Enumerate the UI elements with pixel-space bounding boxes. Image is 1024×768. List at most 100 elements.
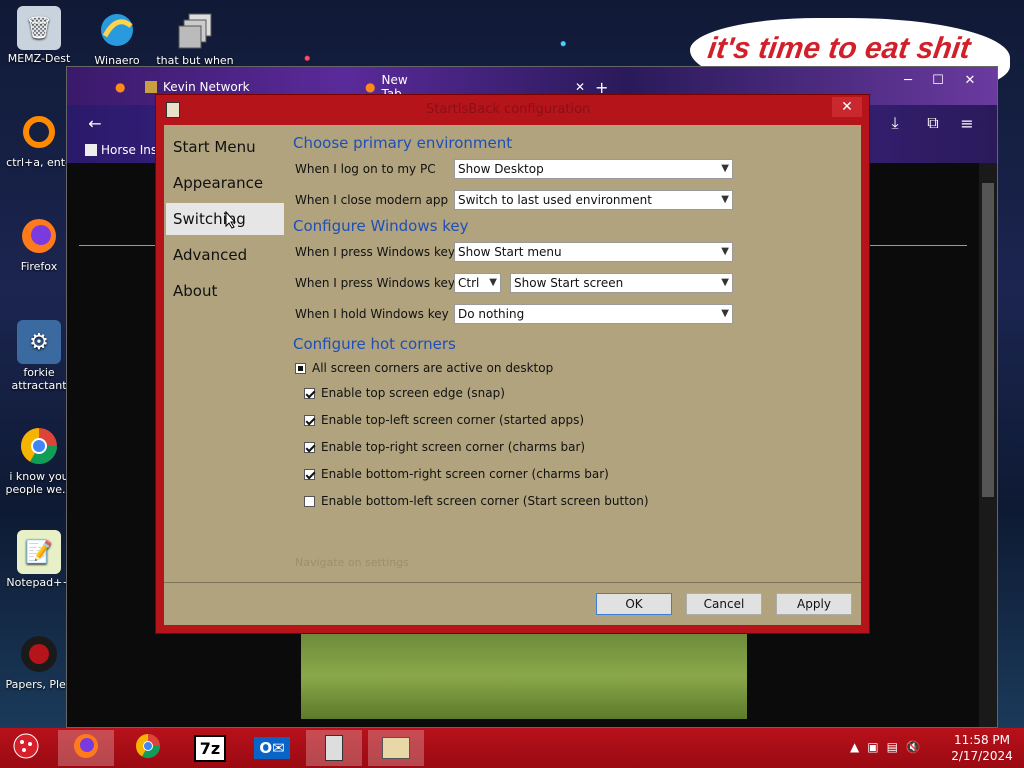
menu-button[interactable]: ≡ (953, 109, 981, 137)
start-orb-icon (12, 732, 40, 765)
press-key-dropdown[interactable]: Show Start menu ▼ (454, 242, 733, 262)
action-center-icon[interactable]: ▣ (867, 740, 878, 754)
tab-firefox-view[interactable]: ● (107, 73, 133, 101)
dialog-titlebar[interactable]: StartIsBack configuration ✕ (156, 95, 869, 125)
firefox-icon: ● (115, 80, 126, 94)
corner-checkbox-bottom-left[interactable]: Enable bottom-left screen corner (Start … (304, 494, 649, 508)
firefox-icon (72, 732, 100, 765)
favicon-icon (145, 81, 157, 93)
papers-please-icon (17, 632, 61, 676)
winaero-icon (95, 8, 139, 52)
stack-icon (173, 8, 217, 52)
mouse-cursor-icon (225, 211, 237, 229)
sidebar-item-appearance[interactable]: Appearance (166, 167, 284, 199)
sidebar-item-advanced[interactable]: Advanced (166, 239, 284, 271)
chevron-up-icon[interactable]: ▲ (850, 740, 859, 754)
meme-text: it's time to eat shit (705, 32, 973, 65)
checkbox-box[interactable] (304, 387, 315, 399)
arrow-left-icon: ← (88, 113, 102, 133)
taskbar-7zip[interactable]: 7z (182, 730, 238, 766)
dialog-close-button[interactable]: ✕ (832, 97, 862, 117)
close-icon: ✕ (964, 72, 976, 88)
maximize-button[interactable]: ☐ (923, 69, 953, 91)
minimize-icon: ─ (904, 72, 912, 88)
navigate-settings-hint: Navigate on settings (295, 556, 409, 569)
press-combo-label: When I press Windows key + (295, 276, 469, 290)
logon-label: When I log on to my PC (295, 162, 436, 176)
network-icon[interactable]: ▤ (887, 740, 898, 754)
checkbox-box[interactable] (304, 441, 315, 453)
taskbar-startisback[interactable] (306, 730, 362, 766)
page-photo (301, 633, 747, 719)
sidebar-item-about[interactable]: About (166, 275, 284, 307)
hold-key-dropdown[interactable]: Do nothing ▼ (454, 304, 733, 324)
desktop-icon-stack[interactable]: that but when (156, 8, 234, 67)
chevron-down-icon: ▼ (721, 163, 729, 174)
minimize-button[interactable]: ─ (893, 69, 923, 91)
volume-muted-icon[interactable]: 🔇 (906, 740, 921, 754)
checkbox-box[interactable] (295, 362, 306, 374)
chrome-icon (134, 732, 162, 765)
logon-dropdown[interactable]: Show Desktop ▼ (454, 159, 733, 179)
puzzle-icon: ⧉ (927, 113, 939, 132)
corner-checkbox-bottom-right[interactable]: Enable bottom-right screen corner (charm… (304, 467, 609, 481)
startisback-icon (166, 102, 180, 118)
back-button[interactable]: ← (81, 109, 109, 137)
corner-checkbox-all[interactable]: All screen corners are active on desktop (295, 361, 553, 375)
apply-button[interactable]: Apply (776, 593, 852, 615)
ring-icon (17, 110, 61, 154)
ok-button[interactable]: OK (596, 593, 672, 615)
close-app-dropdown[interactable]: Switch to last used environment ▼ (454, 190, 733, 210)
firefox-icon: ● (365, 80, 376, 94)
extensions-button[interactable]: ⧉ (919, 109, 947, 137)
7zip-icon: 7z (193, 734, 227, 762)
chevron-down-icon: ▼ (489, 277, 497, 288)
taskbar-clock[interactable]: 11:58 PM 2/17/2024 (950, 732, 1014, 764)
close-app-label: When I close modern app (295, 193, 449, 207)
section-title-hot-corners: Configure hot corners (293, 335, 456, 353)
scrollbar-thumb[interactable] (982, 183, 994, 497)
section-title-windows-key: Configure Windows key (293, 217, 469, 235)
maximize-icon: ☐ (932, 72, 944, 88)
desktop-icon-memz[interactable]: 🗑 MEMZ-Dest (0, 6, 78, 65)
press-key-label: When I press Windows key (295, 245, 456, 259)
bookmark-horse[interactable]: Horse Ins (85, 143, 157, 157)
startisback-dialog: StartIsBack configuration ✕ Start Menu A… (155, 94, 870, 634)
system-tray: ▲ ▣ ▤ 🔇 (850, 740, 921, 754)
hamburger-icon: ≡ (960, 113, 974, 133)
checkbox-box[interactable] (304, 414, 315, 426)
downloads-button[interactable]: ⤓ (881, 109, 909, 137)
sidebar-item-start-menu[interactable]: Start Menu (166, 131, 284, 163)
chevron-down-icon: ▼ (721, 277, 729, 288)
close-icon: ✕ (841, 99, 853, 115)
gear-monitor-icon: ⚙ (17, 320, 61, 364)
chevron-down-icon: ▼ (721, 246, 729, 257)
corner-checkbox-top-edge[interactable]: Enable top screen edge (snap) (304, 386, 505, 400)
cancel-button[interactable]: Cancel (686, 593, 762, 615)
clock-time: 11:58 PM (954, 733, 1010, 747)
taskbar-chrome[interactable] (120, 730, 176, 766)
desktop-icon-winaero[interactable]: Winaero (78, 8, 156, 67)
dialog-frame (861, 125, 869, 633)
browser-close-button[interactable]: ✕ (955, 69, 985, 91)
taskbar-outlook[interactable]: O✉ (244, 730, 300, 766)
download-icon: ⤓ (891, 113, 899, 132)
checkbox-box[interactable] (304, 495, 315, 507)
section-title-primary-env: Choose primary environment (293, 134, 513, 152)
dialog-title: StartIsBack configuration (426, 102, 591, 117)
modifier-dropdown[interactable]: Ctrl ▼ (454, 273, 501, 293)
start-button[interactable] (4, 730, 48, 766)
bookmark-favicon-icon (85, 144, 97, 156)
corner-checkbox-top-right[interactable]: Enable top-right screen corner (charms b… (304, 440, 585, 454)
taskbar-firefox[interactable] (58, 730, 114, 766)
outlook-icon: O✉ (254, 737, 290, 759)
corner-checkbox-top-left[interactable]: Enable top-left screen corner (started a… (304, 413, 584, 427)
close-tab-icon[interactable]: ✕ (575, 80, 585, 94)
taskbar: 7z O✉ ▲ ▣ ▤ 🔇 11:58 PM 2/17/2024 (0, 728, 1024, 768)
page-scrollbar[interactable] (979, 163, 997, 727)
chevron-down-icon: ▼ (721, 308, 729, 319)
taskbar-explorer[interactable] (368, 730, 424, 766)
firefox-icon (17, 214, 61, 258)
press-combo-dropdown[interactable]: Show Start screen ▼ (510, 273, 733, 293)
checkbox-box[interactable] (304, 468, 315, 480)
